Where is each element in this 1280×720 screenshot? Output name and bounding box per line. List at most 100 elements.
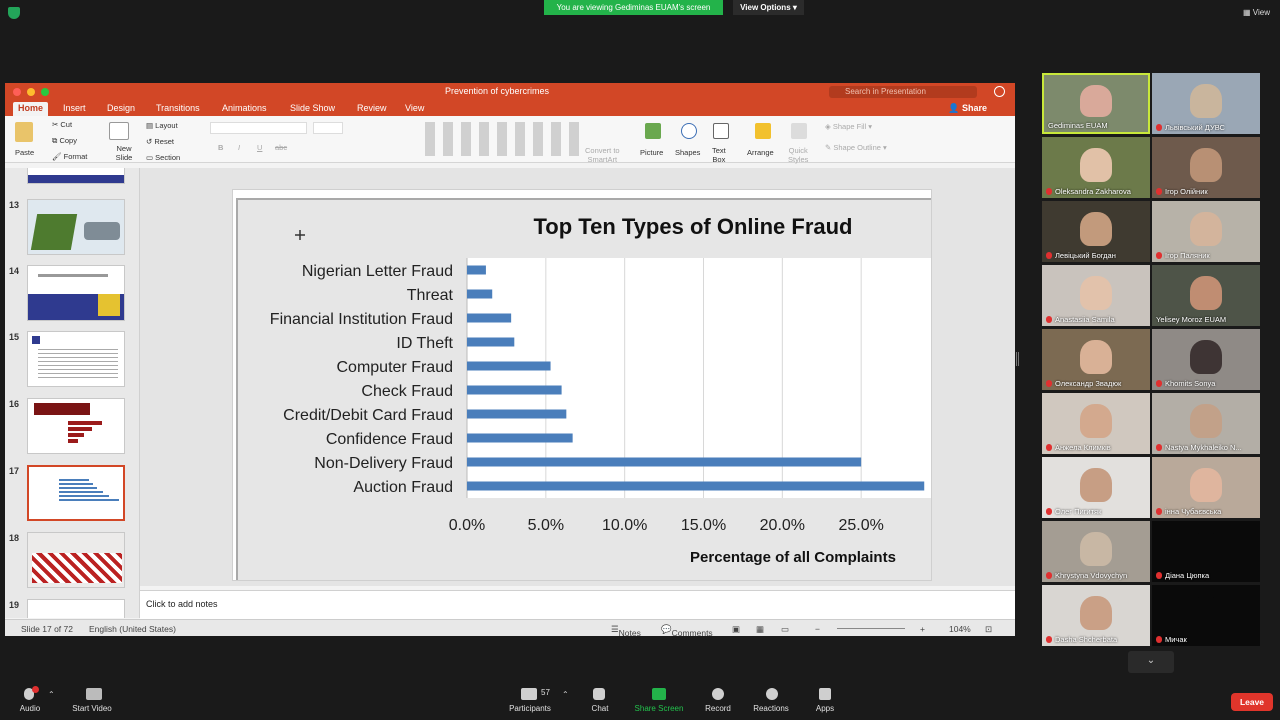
slide-thumbnail[interactable] xyxy=(27,265,125,321)
splitter-handle[interactable] xyxy=(1016,352,1019,366)
participant-video-tile[interactable]: Олег Пигитяк xyxy=(1042,457,1150,518)
start-video-button[interactable]: Start Video xyxy=(57,704,127,713)
participant-video-tile[interactable]: Левіцький Богдан xyxy=(1042,201,1150,262)
tab-view[interactable]: View xyxy=(405,103,424,113)
view-options-button[interactable]: View Options ▾ xyxy=(733,0,804,15)
audio-options-caret-icon[interactable]: ⌃ xyxy=(48,690,55,699)
participant-video-tile[interactable]: Ігор Паляник xyxy=(1152,201,1260,262)
minimize-window-icon[interactable] xyxy=(27,88,35,96)
smiley-feedback-icon[interactable] xyxy=(994,86,1005,97)
tab-insert[interactable]: Insert xyxy=(63,103,86,113)
tab-slide-show[interactable]: Slide Show xyxy=(290,103,335,113)
new-slide-icon[interactable] xyxy=(109,122,129,140)
participant-video-tile[interactable]: Мичак xyxy=(1152,585,1260,646)
reading-view-icon[interactable]: ▭ xyxy=(781,624,789,635)
slide-sorter-icon[interactable]: ▦ xyxy=(756,624,764,635)
tab-design[interactable]: Design xyxy=(107,103,135,113)
current-slide[interactable]: Nigerian Letter Fraud Threat Financial Ins… xyxy=(232,189,932,581)
chart-image[interactable]: Nigerian Letter Fraud Threat Financial Ins… xyxy=(236,198,931,580)
participant-video-tile[interactable]: Khomits Sonya xyxy=(1152,329,1260,390)
apps-icon[interactable] xyxy=(819,688,831,700)
participant-video-tile[interactable]: Ігор Олійник xyxy=(1152,137,1260,198)
participant-video-tile[interactable]: Анжела Климків xyxy=(1042,393,1150,454)
text-box-label[interactable]: Text Box xyxy=(712,146,726,164)
comments-toggle[interactable]: 💬 Comments xyxy=(661,624,713,638)
normal-view-icon[interactable]: ▣ xyxy=(732,624,740,635)
paste-label[interactable]: Paste xyxy=(15,148,34,157)
slide-thumbnail-selected[interactable] xyxy=(27,465,125,521)
tab-home[interactable]: Home xyxy=(13,102,49,116)
section-button[interactable]: ▭ Section xyxy=(146,153,180,162)
language-indicator[interactable]: English (United States) xyxy=(89,624,176,634)
view-button[interactable]: ▦ View xyxy=(1243,8,1270,17)
slide-editing-canvas[interactable]: Nigerian Letter Fraud Threat Financial Ins… xyxy=(140,168,1015,586)
arrange-label[interactable]: Arrange xyxy=(747,148,774,157)
bold-button[interactable]: B xyxy=(218,143,223,152)
slide-thumbnail[interactable] xyxy=(27,168,125,184)
paste-icon[interactable] xyxy=(15,122,33,142)
participants-caret-icon[interactable]: ⌃ xyxy=(562,690,569,699)
participants-icon[interactable] xyxy=(521,688,537,700)
convert-to-smartart-button[interactable]: Convert to SmartArt xyxy=(585,146,620,164)
text-box-icon[interactable] xyxy=(713,123,729,139)
zoom-level[interactable]: 104% xyxy=(949,624,971,634)
notes-field[interactable]: Click to add notes xyxy=(140,590,1015,619)
reset-button[interactable]: ↺ Reset xyxy=(146,137,174,146)
search-presentation-input[interactable]: Search in Presentation xyxy=(829,86,977,98)
shape-outline-button[interactable]: ✎ Shape Outline ▾ xyxy=(825,143,887,152)
format-painter-button[interactable]: 🖌 Format xyxy=(52,152,87,161)
security-shield-icon[interactable] xyxy=(8,7,20,19)
participant-video-tile[interactable]: Anastasiia Samila xyxy=(1042,265,1150,326)
slide-thumbnail[interactable] xyxy=(27,331,125,387)
apps-button[interactable]: Apps xyxy=(790,704,860,713)
maximize-window-icon[interactable] xyxy=(41,88,49,96)
share-screen-icon[interactable] xyxy=(652,688,666,700)
participant-video-tile[interactable]: Oleksandra Zakharova xyxy=(1042,137,1150,198)
slide-thumbnail[interactable] xyxy=(27,599,125,618)
quick-styles-icon[interactable] xyxy=(791,123,807,139)
zoom-out-icon[interactable]: − xyxy=(815,624,820,634)
tab-transitions[interactable]: Transitions xyxy=(156,103,200,113)
tab-animations[interactable]: Animations xyxy=(222,103,267,113)
participant-video-tile[interactable]: Gediminas EUAM xyxy=(1042,73,1150,134)
participant-video-tile[interactable]: Олександр Звадюк xyxy=(1042,329,1150,390)
strikethrough-button[interactable]: abc xyxy=(275,143,287,152)
close-window-icon[interactable] xyxy=(13,88,21,96)
cut-button[interactable]: ✂ Cut xyxy=(52,120,72,129)
shape-fill-button[interactable]: ◈ Shape Fill ▾ xyxy=(825,122,872,131)
participant-video-tile[interactable]: Khrystyna Vdovychyn xyxy=(1042,521,1150,582)
zoom-in-icon[interactable]: + xyxy=(920,624,925,634)
font-name-dropdown[interactable] xyxy=(210,122,307,134)
chat-icon[interactable] xyxy=(593,688,605,700)
share-button[interactable]: 👤 Share xyxy=(948,103,987,114)
arrange-icon[interactable] xyxy=(755,123,771,139)
quick-styles-label[interactable]: Quick Styles xyxy=(788,146,808,164)
participant-video-tile[interactable]: Львівський ДУВС xyxy=(1152,73,1260,134)
underline-button[interactable]: U xyxy=(257,143,262,152)
font-size-dropdown[interactable] xyxy=(313,122,343,134)
slide-thumbnail[interactable] xyxy=(27,532,125,588)
participants-button[interactable]: Participants xyxy=(495,704,565,713)
reactions-icon[interactable] xyxy=(766,688,778,700)
picture-label[interactable]: Picture xyxy=(640,148,663,157)
notes-toggle[interactable]: ☰ Notes xyxy=(611,624,641,638)
shapes-label[interactable]: Shapes xyxy=(675,148,700,157)
participant-video-tile[interactable]: Діана Цюпка xyxy=(1152,521,1260,582)
tab-review[interactable]: Review xyxy=(357,103,387,113)
audio-button[interactable]: Audio xyxy=(0,704,65,713)
copy-button[interactable]: ⧉ Copy xyxy=(52,136,77,146)
new-slide-label[interactable]: New Slide xyxy=(112,144,136,162)
slide-thumbnail[interactable] xyxy=(27,398,125,454)
picture-icon[interactable] xyxy=(645,123,661,139)
collapse-gallery-button[interactable]: ⌄ xyxy=(1128,651,1174,673)
fit-to-window-icon[interactable]: ⊡ xyxy=(985,624,992,635)
zoom-slider[interactable] xyxy=(837,628,905,629)
record-icon[interactable] xyxy=(712,688,724,700)
participant-video-tile[interactable]: Dasha Shcherbata xyxy=(1042,585,1150,646)
leave-meeting-button[interactable]: Leave xyxy=(1231,693,1273,711)
participant-video-tile[interactable]: Nastya Mykhaleiko N... xyxy=(1152,393,1260,454)
slide-thumbnail[interactable] xyxy=(27,199,125,255)
italic-button[interactable]: I xyxy=(238,143,240,152)
participant-video-tile[interactable]: інна Чубаєвська xyxy=(1152,457,1260,518)
participant-video-tile[interactable]: Yelisey Moroz EUAM xyxy=(1152,265,1260,326)
